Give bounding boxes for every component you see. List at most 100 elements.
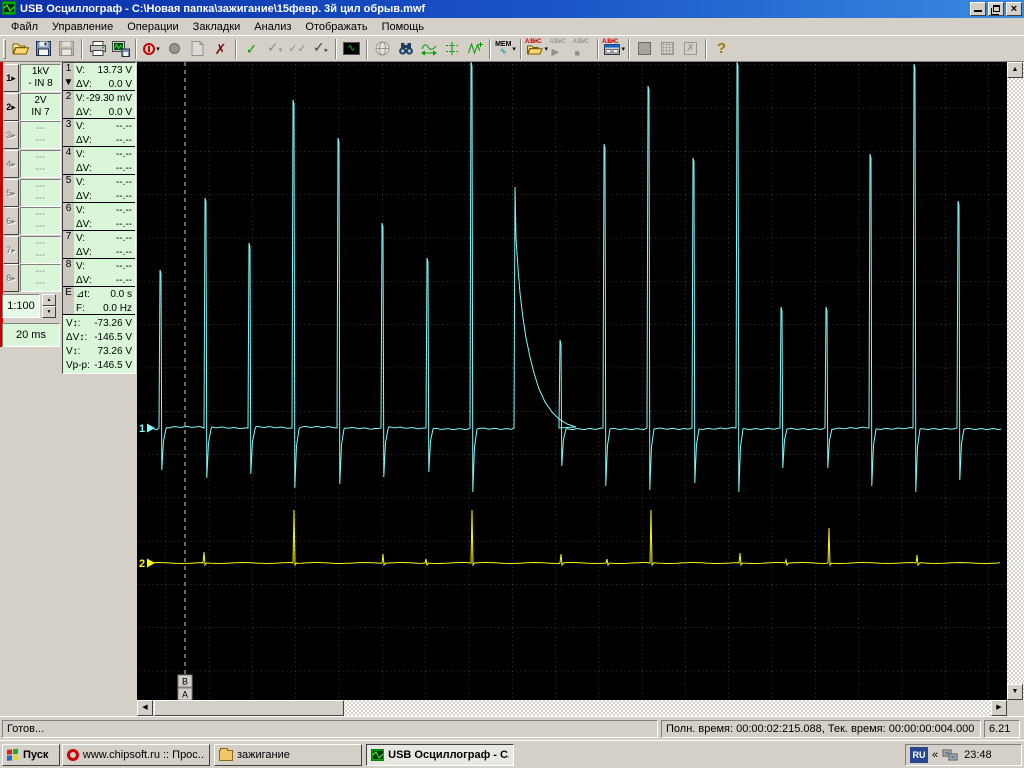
minimize-button[interactable] — [970, 2, 986, 16]
toolbar-separator — [628, 39, 630, 59]
script-open-icon[interactable]: A:B#C▾ — [525, 38, 548, 60]
tray-chevron-icon[interactable]: « — [932, 749, 938, 761]
measurement-channel-2: 2V:-29.30 mVΔV:0.0 V — [63, 91, 135, 119]
single-shot-icon[interactable] — [163, 38, 186, 60]
menu-item-2[interactable]: Операции — [120, 20, 185, 34]
folder-icon — [219, 750, 233, 761]
channel-5-button[interactable]: 5▸ — [3, 179, 19, 207]
memory-icon[interactable]: MEM∿▾ — [494, 38, 517, 60]
scale-value[interactable]: 1:100 — [2, 294, 40, 318]
save-image-icon[interactable] — [109, 38, 132, 60]
vertical-cursors-icon[interactable] — [440, 38, 463, 60]
start-button[interactable]: Пуск — [2, 744, 60, 766]
menu-item-5[interactable]: Отображать — [298, 20, 374, 34]
menu-item-4[interactable]: Анализ — [247, 20, 298, 34]
language-indicator[interactable]: RU — [910, 747, 928, 763]
menu-bar: ФайлУправлениеОперацииЗакладкиАнализОтоб… — [0, 18, 1024, 36]
channel-6-range-label[interactable]: ------ — [20, 207, 61, 235]
scroll-up-icon[interactable]: ▲ — [1007, 62, 1023, 78]
channel-7-range-label[interactable]: ------ — [20, 236, 61, 264]
apply-down-icon: ✓▾ — [263, 38, 286, 60]
apply-icon[interactable]: ✓ — [240, 38, 263, 60]
restore-icon — [993, 5, 1000, 12]
cursor-measure-row: V↕:-73.26 V — [63, 316, 135, 330]
channel-2-range-label[interactable]: 2VIN 7 — [20, 93, 61, 121]
taskbar-task-0[interactable]: www.chipsoft.ru :: Прос... — [62, 744, 210, 766]
status-time-info: Полн. время: 00:00:02:215.088, Тек. врем… — [661, 720, 981, 738]
open-file-icon[interactable] — [9, 38, 32, 60]
channel-1-range-label[interactable]: 1kV- IN 8 — [20, 64, 61, 92]
dropdown-arrow-icon[interactable]: ▾ — [621, 45, 625, 53]
bg-solid-icon[interactable] — [633, 38, 656, 60]
scroll-right-icon[interactable]: ▶ — [991, 700, 1007, 716]
start-stop-icon[interactable]: ▾ — [140, 38, 163, 60]
scale-control: 1:100 ▲ ▼ — [2, 294, 60, 318]
toolbar-separator — [335, 39, 337, 59]
channel-1-button[interactable]: 1▸ — [3, 64, 19, 92]
channel-2-button[interactable]: 2▸ — [3, 93, 19, 121]
horizontal-scroll-thumb[interactable] — [154, 700, 344, 716]
system-tray: RU « 23:48 — [905, 744, 1022, 766]
vertical-scrollbar[interactable]: ▲ ▼ — [1007, 62, 1024, 716]
dropdown-arrow-icon[interactable]: ▾ — [156, 45, 160, 53]
channel-7-button[interactable]: 7▸ — [3, 236, 19, 264]
channel-4-range-label[interactable]: ------ — [20, 150, 61, 178]
menu-item-3[interactable]: Закладки — [186, 20, 248, 34]
write-report-icon — [186, 38, 209, 60]
taskbar-task-1[interactable]: зажигание — [214, 744, 362, 766]
menu-item-1[interactable]: Управление — [45, 20, 120, 34]
channel-8-button[interactable]: 8▸ — [3, 264, 19, 292]
taskbar-task-2[interactable]: USB Осциллограф - C... — [366, 744, 514, 766]
save-file-icon[interactable] — [32, 38, 55, 60]
cursor-b-label: B — [182, 677, 188, 687]
vertical-scroll-track[interactable] — [1007, 62, 1024, 700]
channel-6-button[interactable]: 6▸ — [3, 207, 19, 235]
timebase[interactable]: 20 ms — [2, 323, 60, 347]
status-version: 6.21 — [984, 720, 1020, 738]
toolbar-gripper[interactable] — [3, 39, 6, 59]
channel-5-range-label[interactable]: ------ — [20, 179, 61, 207]
plot-area[interactable]: 12BA ◀ ▶ — [137, 62, 1007, 716]
fit-horizontal-icon[interactable] — [417, 38, 440, 60]
channel-1-marker[interactable]: 1 — [139, 423, 145, 435]
channel-3-range-label[interactable]: ------ — [20, 121, 61, 149]
measurement-channel-7: 7V:--.--ΔV:--.-- — [63, 231, 135, 259]
network-icon[interactable] — [942, 749, 958, 761]
close-button[interactable]: × — [1006, 2, 1022, 16]
measurement-channel-5: 5V:--.--ΔV:--.-- — [63, 175, 135, 203]
channel-4-button[interactable]: 4▸ — [3, 150, 19, 178]
scroll-left-icon[interactable]: ◀ — [137, 700, 153, 716]
help-icon[interactable]: ? — [710, 38, 733, 60]
toolbar-separator — [235, 39, 237, 59]
apply-next-icon[interactable]: ✓▸ — [309, 38, 332, 60]
channel-row-3: 3▸------ — [3, 121, 62, 149]
channel-3-button[interactable]: 3▸ — [3, 121, 19, 149]
menu-item-0[interactable]: Файл — [4, 20, 45, 34]
horizontal-scrollbar[interactable]: ◀ ▶ — [137, 700, 1007, 716]
cursor-measurements: V↕:-73.26 VΔV↕:-146.5 VV↕:73.26 VVp-p:-1… — [63, 315, 135, 373]
opera-icon — [67, 749, 79, 761]
web-icon — [371, 38, 394, 60]
scroll-down-icon[interactable]: ▼ — [1007, 684, 1023, 700]
search-icon[interactable] — [394, 38, 417, 60]
channel-8-range-label[interactable]: ------ — [20, 264, 61, 292]
script-run-icon: A:B#C▶ — [548, 38, 571, 60]
bg-dotted-icon — [656, 38, 679, 60]
auto-scale-icon[interactable] — [463, 38, 486, 60]
toolbar-separator — [135, 39, 137, 59]
scale-spin-down-icon[interactable]: ▼ — [42, 306, 56, 318]
status-message: Готов... — [2, 720, 658, 738]
menu-item-6[interactable]: Помощь — [375, 20, 432, 34]
scope-grid — [137, 62, 1007, 700]
oscilloscope-display[interactable]: 12BA — [137, 62, 1007, 700]
print-icon[interactable] — [86, 38, 109, 60]
channel-2-marker[interactable]: 2 — [139, 558, 145, 570]
script-panel-icon[interactable]: A:B#C▾ — [602, 38, 625, 60]
channel-row-2: 2▸2VIN 7 — [3, 93, 62, 121]
clear-icon[interactable]: ✗ — [209, 38, 232, 60]
dropdown-arrow-icon[interactable]: ▾ — [512, 45, 516, 53]
display-mode-icon[interactable]: ∿ — [340, 38, 363, 60]
restore-button[interactable] — [988, 2, 1004, 16]
scale-spin-up-icon[interactable]: ▲ — [42, 294, 56, 306]
channel-buttons-column: 1▸1kV- IN 82▸2VIN 73▸------4▸------5▸---… — [3, 64, 62, 293]
